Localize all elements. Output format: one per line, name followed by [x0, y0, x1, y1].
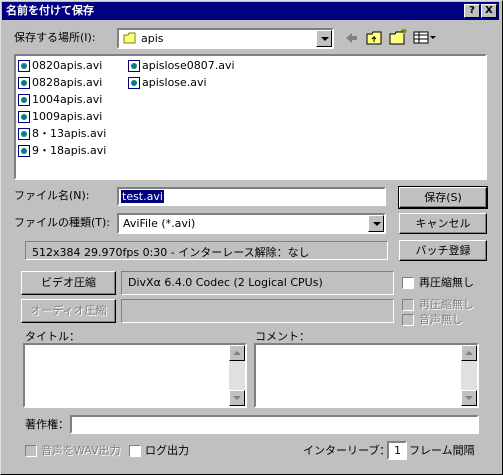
video-no-recompress-label: 再圧縮無し — [419, 276, 474, 289]
avi-file-icon — [18, 128, 30, 140]
log-output-label: ログ出力 — [145, 444, 189, 457]
comment-textarea[interactable] — [254, 343, 479, 408]
audio-no-recompress-checkbox[interactable] — [402, 299, 414, 311]
avi-file-icon — [18, 77, 30, 89]
folder-icon — [123, 32, 137, 44]
filename-label: ファイル名(N): — [14, 189, 90, 202]
scroll-up-icon[interactable] — [229, 345, 245, 361]
audio-compress-button[interactable]: オーディオ圧縮 — [21, 299, 116, 323]
file-item[interactable]: 1004apis.avi — [18, 92, 102, 108]
filetype-dropdown[interactable]: AviFile (*.avi) — [117, 213, 386, 234]
window-title: 名前を付けて保存 — [6, 4, 94, 17]
scroll-down-icon[interactable] — [461, 390, 477, 406]
save-in-label: 保存する場所(I): — [14, 31, 96, 44]
view-menu-icon[interactable] — [413, 30, 437, 46]
save-in-value: apis — [141, 32, 164, 45]
title-bar: 名前を付けて保存 ? X — [2, 2, 499, 20]
comment-label: コメント： — [255, 330, 310, 343]
video-codec-box: DivXα 6.4.0 Codec (2 Logical CPUs) — [121, 271, 394, 295]
up-folder-icon[interactable] — [366, 30, 384, 46]
no-audio-checkbox[interactable] — [402, 314, 414, 326]
close-button[interactable]: X — [481, 4, 497, 18]
video-info: 512x384 29.970fps 0:30 - インターレース解除：なし — [32, 246, 310, 259]
file-item[interactable]: apislose0807.avi — [128, 58, 235, 74]
info-box: 512x384 29.970fps 0:30 - インターレース解除：なし — [25, 241, 388, 260]
video-codec-value: DivXα 6.4.0 Codec (2 Logical CPUs) — [128, 276, 323, 289]
log-output-checkbox[interactable] — [129, 445, 141, 457]
save-in-dropdown[interactable]: apis — [117, 28, 334, 49]
help-button[interactable]: ? — [464, 4, 480, 18]
no-audio-label: 音声無し — [419, 313, 463, 326]
comment-scrollbar[interactable] — [461, 345, 477, 406]
scroll-down-icon[interactable] — [229, 390, 245, 406]
chevron-down-icon[interactable] — [368, 215, 384, 232]
filetype-label: ファイルの種類(T): — [14, 216, 111, 229]
interleave-unit-label: フレーム間隔 — [409, 444, 475, 457]
copyright-input[interactable] — [70, 415, 479, 434]
cancel-button[interactable]: キャンセル — [399, 213, 487, 234]
save-button[interactable]: 保存(S) — [398, 186, 488, 209]
batch-register-button[interactable]: バッチ登録 — [399, 240, 487, 261]
file-item[interactable]: 9・18apis.avi — [18, 143, 106, 159]
title-label: タイトル： — [25, 330, 80, 343]
wav-output-checkbox[interactable] — [25, 445, 37, 457]
chevron-down-icon[interactable] — [316, 30, 332, 47]
file-item[interactable]: apislose.avi — [128, 75, 207, 91]
filename-input[interactable]: test.avi — [117, 187, 386, 206]
avi-file-icon — [18, 94, 30, 106]
back-arrow-icon[interactable] — [343, 30, 359, 46]
interleave-label: インターリーブ： — [303, 444, 391, 457]
interleave-input[interactable]: 1 — [387, 441, 407, 460]
filetype-value: AviFile (*.avi) — [123, 217, 196, 230]
avi-file-icon — [18, 60, 30, 72]
file-item[interactable]: 8・13apis.avi — [18, 126, 106, 142]
new-folder-icon[interactable] — [389, 28, 409, 46]
file-item[interactable]: 0828apis.avi — [18, 75, 102, 91]
title-scrollbar[interactable] — [229, 345, 245, 406]
scroll-up-icon[interactable] — [461, 345, 477, 361]
avi-file-icon — [128, 60, 140, 72]
file-item[interactable]: 0820apis.avi — [18, 58, 102, 74]
avi-file-icon — [18, 145, 30, 157]
audio-no-recompress-label: 再圧縮無し — [419, 298, 474, 311]
file-item[interactable]: 1009apis.avi — [18, 109, 102, 125]
audio-codec-box — [121, 299, 394, 323]
avi-file-icon — [18, 111, 30, 123]
avi-file-icon — [128, 77, 140, 89]
interleave-value: 1 — [394, 444, 401, 457]
video-compress-button[interactable]: ビデオ圧縮 — [21, 271, 116, 295]
video-no-recompress-checkbox[interactable] — [402, 277, 414, 289]
copyright-label: 著作権： — [25, 418, 69, 431]
filename-value: test.avi — [121, 190, 164, 203]
file-list[interactable]: 0820apis.avi 0828apis.avi 1004apis.avi 1… — [14, 54, 487, 180]
wav-output-label: 音声をWAV出力 — [41, 444, 121, 457]
title-textarea[interactable] — [23, 343, 247, 408]
